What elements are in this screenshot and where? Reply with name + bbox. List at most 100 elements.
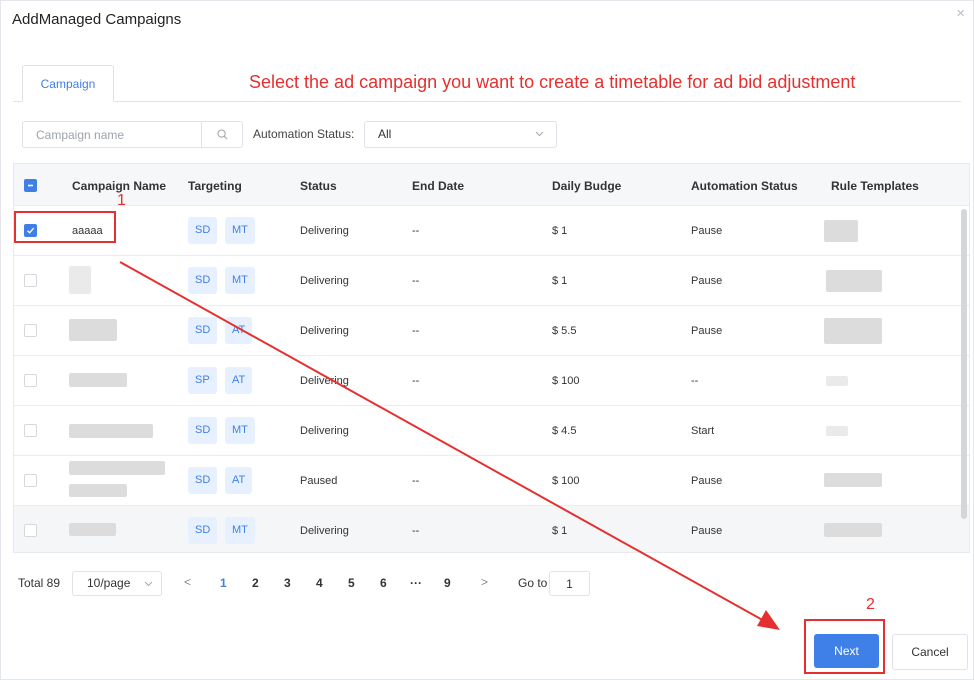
campaign-name-redacted (69, 266, 91, 294)
table-header: Campaign Name Targeting Status End Date … (14, 164, 969, 206)
chevron-down-icon (144, 581, 153, 587)
tab-campaign[interactable]: Campaign (22, 65, 114, 102)
campaign-table: Campaign Name Targeting Status End Date … (13, 163, 970, 553)
page-ellipsis[interactable]: ··· (410, 576, 422, 590)
add-campaigns-dialog: AddManaged Campaigns × Campaign Select t… (0, 0, 974, 680)
page-size-value: 10/page (87, 576, 131, 590)
dialog-title: AddManaged Campaigns (12, 11, 182, 28)
campaign-name-redacted (69, 523, 116, 536)
end-date: -- (412, 225, 420, 237)
rule-template-redacted (824, 473, 882, 487)
campaign-search-input[interactable] (23, 122, 203, 147)
table-row[interactable]: SD AT Paused -- $ 100 Pause (14, 456, 969, 506)
status-text: Delivering (300, 325, 349, 337)
targeting-tag: SD (188, 217, 218, 244)
col-targeting: Targeting (188, 179, 242, 193)
page-4[interactable]: 4 (316, 576, 323, 590)
targeting-tag: SD (188, 267, 218, 294)
end-date: -- (412, 325, 420, 337)
campaign-name-redacted (69, 373, 127, 387)
prev-page-icon[interactable]: < (184, 575, 191, 589)
table-scrollbar[interactable] (961, 209, 967, 519)
search-icon (216, 129, 227, 140)
targeting-tag: SD (188, 417, 218, 444)
annotation-highlight-next (804, 619, 885, 674)
table-row[interactable]: aaaaa SD MT Delivering -- $ 1 Pause (14, 206, 969, 256)
targeting-tag: SD (188, 517, 218, 544)
col-status: Status (300, 179, 337, 193)
row-checkbox[interactable] (24, 474, 37, 487)
cancel-button[interactable]: Cancel (892, 634, 968, 670)
chevron-down-icon (535, 131, 544, 137)
targeting-tag: MT (225, 217, 255, 244)
automation-status: Start (691, 425, 715, 437)
minus-icon (28, 184, 33, 187)
annotation-highlight-row (14, 211, 116, 243)
next-page-icon[interactable]: > (481, 575, 488, 589)
page-5[interactable]: 5 (348, 576, 355, 590)
targeting-tag: MT (225, 267, 255, 294)
end-date: -- (412, 475, 420, 487)
search-button[interactable] (201, 122, 242, 147)
table-row[interactable]: SP AT Delivering -- $ 100 -- (14, 356, 969, 406)
rule-template-redacted (826, 270, 882, 292)
automation-status-select[interactable]: All (364, 121, 557, 148)
automation-status-label: Automation Status: (253, 127, 355, 141)
goto-label: Go to (518, 576, 548, 590)
col-end-date: End Date (412, 179, 465, 193)
daily-budget: $ 100 (552, 475, 580, 487)
automation-status: Pause (691, 525, 723, 537)
campaign-name-redacted (69, 319, 117, 341)
table-row[interactable]: SD AT Delivering -- $ 5.5 Pause (14, 306, 969, 356)
row-checkbox[interactable] (24, 424, 37, 437)
instruction-text: Select the ad campaign you want to creat… (249, 72, 856, 92)
status-text: Paused (300, 475, 338, 487)
tab-divider (13, 101, 961, 102)
automation-status: Pause (691, 475, 723, 487)
status-text: Delivering (300, 525, 349, 537)
end-date: -- (412, 525, 420, 537)
daily-budget: $ 5.5 (552, 325, 577, 337)
col-daily-budget: Daily Budge (552, 179, 622, 193)
page-9[interactable]: 9 (444, 576, 451, 590)
targeting-tag: SD (188, 467, 218, 494)
campaign-name-redacted (69, 484, 127, 497)
row-checkbox[interactable] (24, 524, 37, 537)
search-box (22, 121, 243, 148)
targeting-tag: MT (225, 417, 255, 444)
automation-status: Pause (691, 275, 723, 287)
page-2[interactable]: 2 (252, 576, 259, 590)
row-checkbox[interactable] (24, 374, 37, 387)
page-size-select[interactable]: 10/page (72, 571, 162, 596)
page-6[interactable]: 6 (380, 576, 387, 590)
page-1[interactable]: 1 (220, 576, 227, 590)
rule-template-redacted (824, 318, 882, 344)
targeting-tag: AT (225, 467, 253, 494)
rule-template-redacted (826, 376, 848, 386)
automation-status: -- (691, 375, 699, 387)
automation-status: Pause (691, 225, 723, 237)
automation-status-value: All (378, 127, 392, 141)
page-3[interactable]: 3 (284, 576, 291, 590)
daily-budget: $ 1 (552, 225, 568, 237)
table-row[interactable]: SD MT Delivering -- $ 1 Pause (14, 256, 969, 306)
table-row[interactable]: SD MT Delivering $ 4.5 Start (14, 406, 969, 456)
campaign-name-redacted (69, 461, 165, 475)
total-count: Total 89 (18, 576, 61, 590)
table-row[interactable]: SD MT Delivering -- $ 1 Pause (14, 506, 969, 552)
status-text: Delivering (300, 275, 349, 287)
select-all-checkbox[interactable] (24, 179, 37, 192)
row-checkbox[interactable] (24, 324, 37, 337)
close-icon[interactable]: × (956, 5, 965, 22)
targeting-tag: SD (188, 317, 218, 344)
rule-template-redacted (826, 426, 848, 436)
goto-page-input[interactable] (549, 571, 590, 596)
targeting-tag: MT (225, 517, 255, 544)
targeting-tag: AT (225, 367, 253, 394)
row-checkbox[interactable] (24, 274, 37, 287)
daily-budget: $ 1 (552, 275, 568, 287)
campaign-name-redacted (69, 424, 153, 438)
end-date: -- (412, 375, 420, 387)
status-text: Delivering (300, 225, 349, 237)
automation-status: Pause (691, 325, 723, 337)
